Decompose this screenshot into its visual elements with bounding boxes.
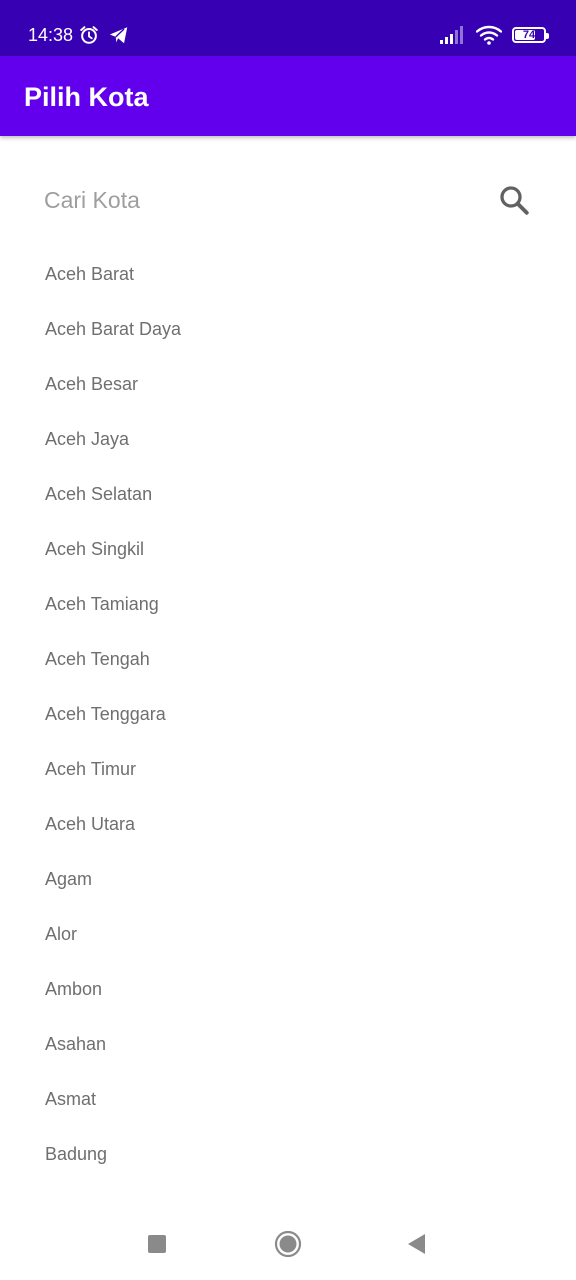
alarm-icon [80, 26, 98, 44]
recents-square-icon [148, 1235, 166, 1253]
search-input[interactable] [44, 180, 464, 220]
back-triangle-icon [408, 1234, 425, 1254]
list-item[interactable]: Aceh Tenggara [0, 687, 576, 742]
list-item[interactable]: Alor [0, 907, 576, 962]
signal-icon [440, 26, 463, 44]
list-item[interactable]: Ambon [0, 962, 576, 1017]
list-item[interactable]: Aceh Jaya [0, 412, 576, 467]
list-item[interactable]: Asmat [0, 1072, 576, 1127]
battery-level-text: 74 [522, 29, 536, 41]
system-navigation-bar [0, 1210, 576, 1280]
search-bar [0, 168, 576, 232]
list-item[interactable]: Badung [0, 1127, 576, 1182]
status-bar: 14:38 74 [0, 0, 576, 56]
back-button[interactable] [396, 1224, 436, 1264]
app-bar: Pilih Kota [0, 56, 576, 136]
status-system-icons: 74 [440, 22, 549, 48]
wifi-icon [476, 25, 502, 45]
list-item[interactable]: Agam [0, 852, 576, 907]
status-time: 14:38 [28, 25, 74, 45]
list-item[interactable]: Aceh Barat [0, 247, 576, 302]
list-item[interactable]: Aceh Barat Daya [0, 302, 576, 357]
list-item[interactable]: Aceh Selatan [0, 467, 576, 522]
list-item[interactable]: Asahan [0, 1017, 576, 1072]
list-item[interactable]: Aceh Utara [0, 797, 576, 852]
city-list: Aceh Barat Aceh Barat Daya Aceh Besar Ac… [0, 247, 576, 1182]
list-item[interactable]: Aceh Singkil [0, 522, 576, 577]
list-item[interactable]: Aceh Timur [0, 742, 576, 797]
search-icon[interactable] [496, 182, 532, 218]
telegram-icon [109, 27, 128, 44]
list-item[interactable]: Aceh Tamiang [0, 577, 576, 632]
list-item[interactable]: Aceh Besar [0, 357, 576, 412]
recents-button[interactable] [137, 1224, 177, 1264]
status-notification-icons [78, 24, 130, 46]
battery-icon: 74 [512, 27, 549, 43]
home-button[interactable] [268, 1224, 308, 1264]
page-title: Pilih Kota [24, 82, 149, 112]
home-circle-icon [274, 1230, 302, 1258]
list-item[interactable]: Aceh Tengah [0, 632, 576, 687]
